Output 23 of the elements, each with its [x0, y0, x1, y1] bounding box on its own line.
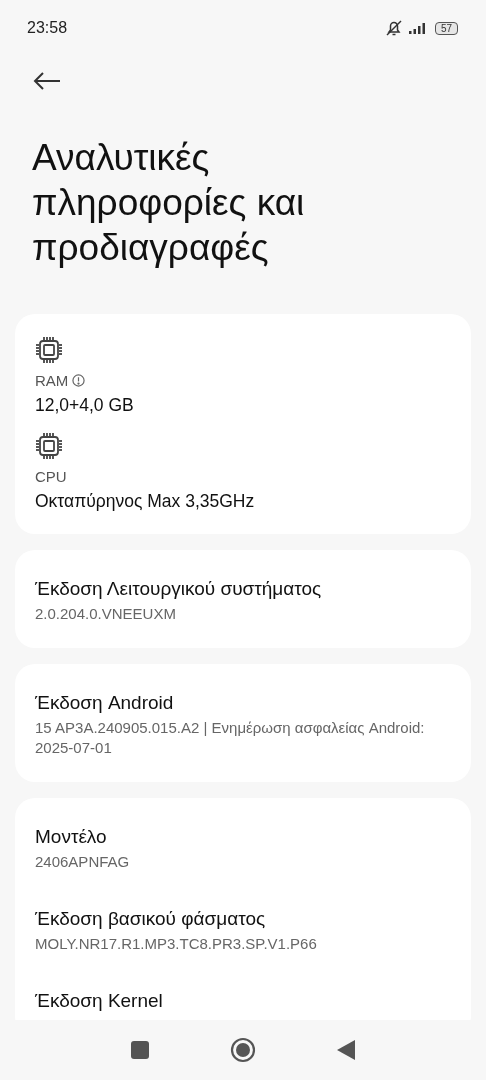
detail-value: 2.0.204.0.VNEEUXM	[35, 604, 177, 624]
recents-button[interactable]	[130, 1040, 150, 1060]
detail-value: 2406APNFAG	[35, 852, 131, 872]
detail-value: 15 AP3A.240905.015.A2 | Ενημέρωση ασφαλείας Android: 2025-07-01	[35, 718, 426, 758]
back-nav-button[interactable]	[336, 1039, 356, 1061]
spec-label: RAM	[35, 372, 69, 389]
chip-icon	[35, 336, 63, 364]
detail-label: Έκδοση Kernel	[35, 990, 164, 1012]
spec-value: 12,0+4,0 GB	[35, 395, 135, 416]
page-title: Αναλυτικές πληροφορίες και προδιαγραφές	[32, 136, 306, 270]
status-time: 23:58	[27, 19, 68, 37]
chip-icon	[35, 432, 63, 460]
spec-label: CPU	[35, 468, 67, 485]
detail-value: MOLY.NR17.R1.MP3.TC8.PR3.SP.V1.P66	[35, 934, 318, 954]
spec-value: Οκταπύρηνος Max 3,35GHz	[35, 491, 256, 512]
detail-label: Έκδοση βασικού φάσματος	[35, 908, 267, 930]
detail-label: Έκδοση Android	[35, 692, 175, 714]
bell-off-icon	[384, 19, 403, 37]
battery-level: 57	[434, 21, 458, 35]
detail-label: Έκδοση Λειτουργικού συστήματος	[35, 578, 323, 600]
info-icon[interactable]	[72, 374, 86, 387]
detail-label: Μοντέλο	[35, 826, 108, 848]
home-button[interactable]	[230, 1037, 256, 1063]
